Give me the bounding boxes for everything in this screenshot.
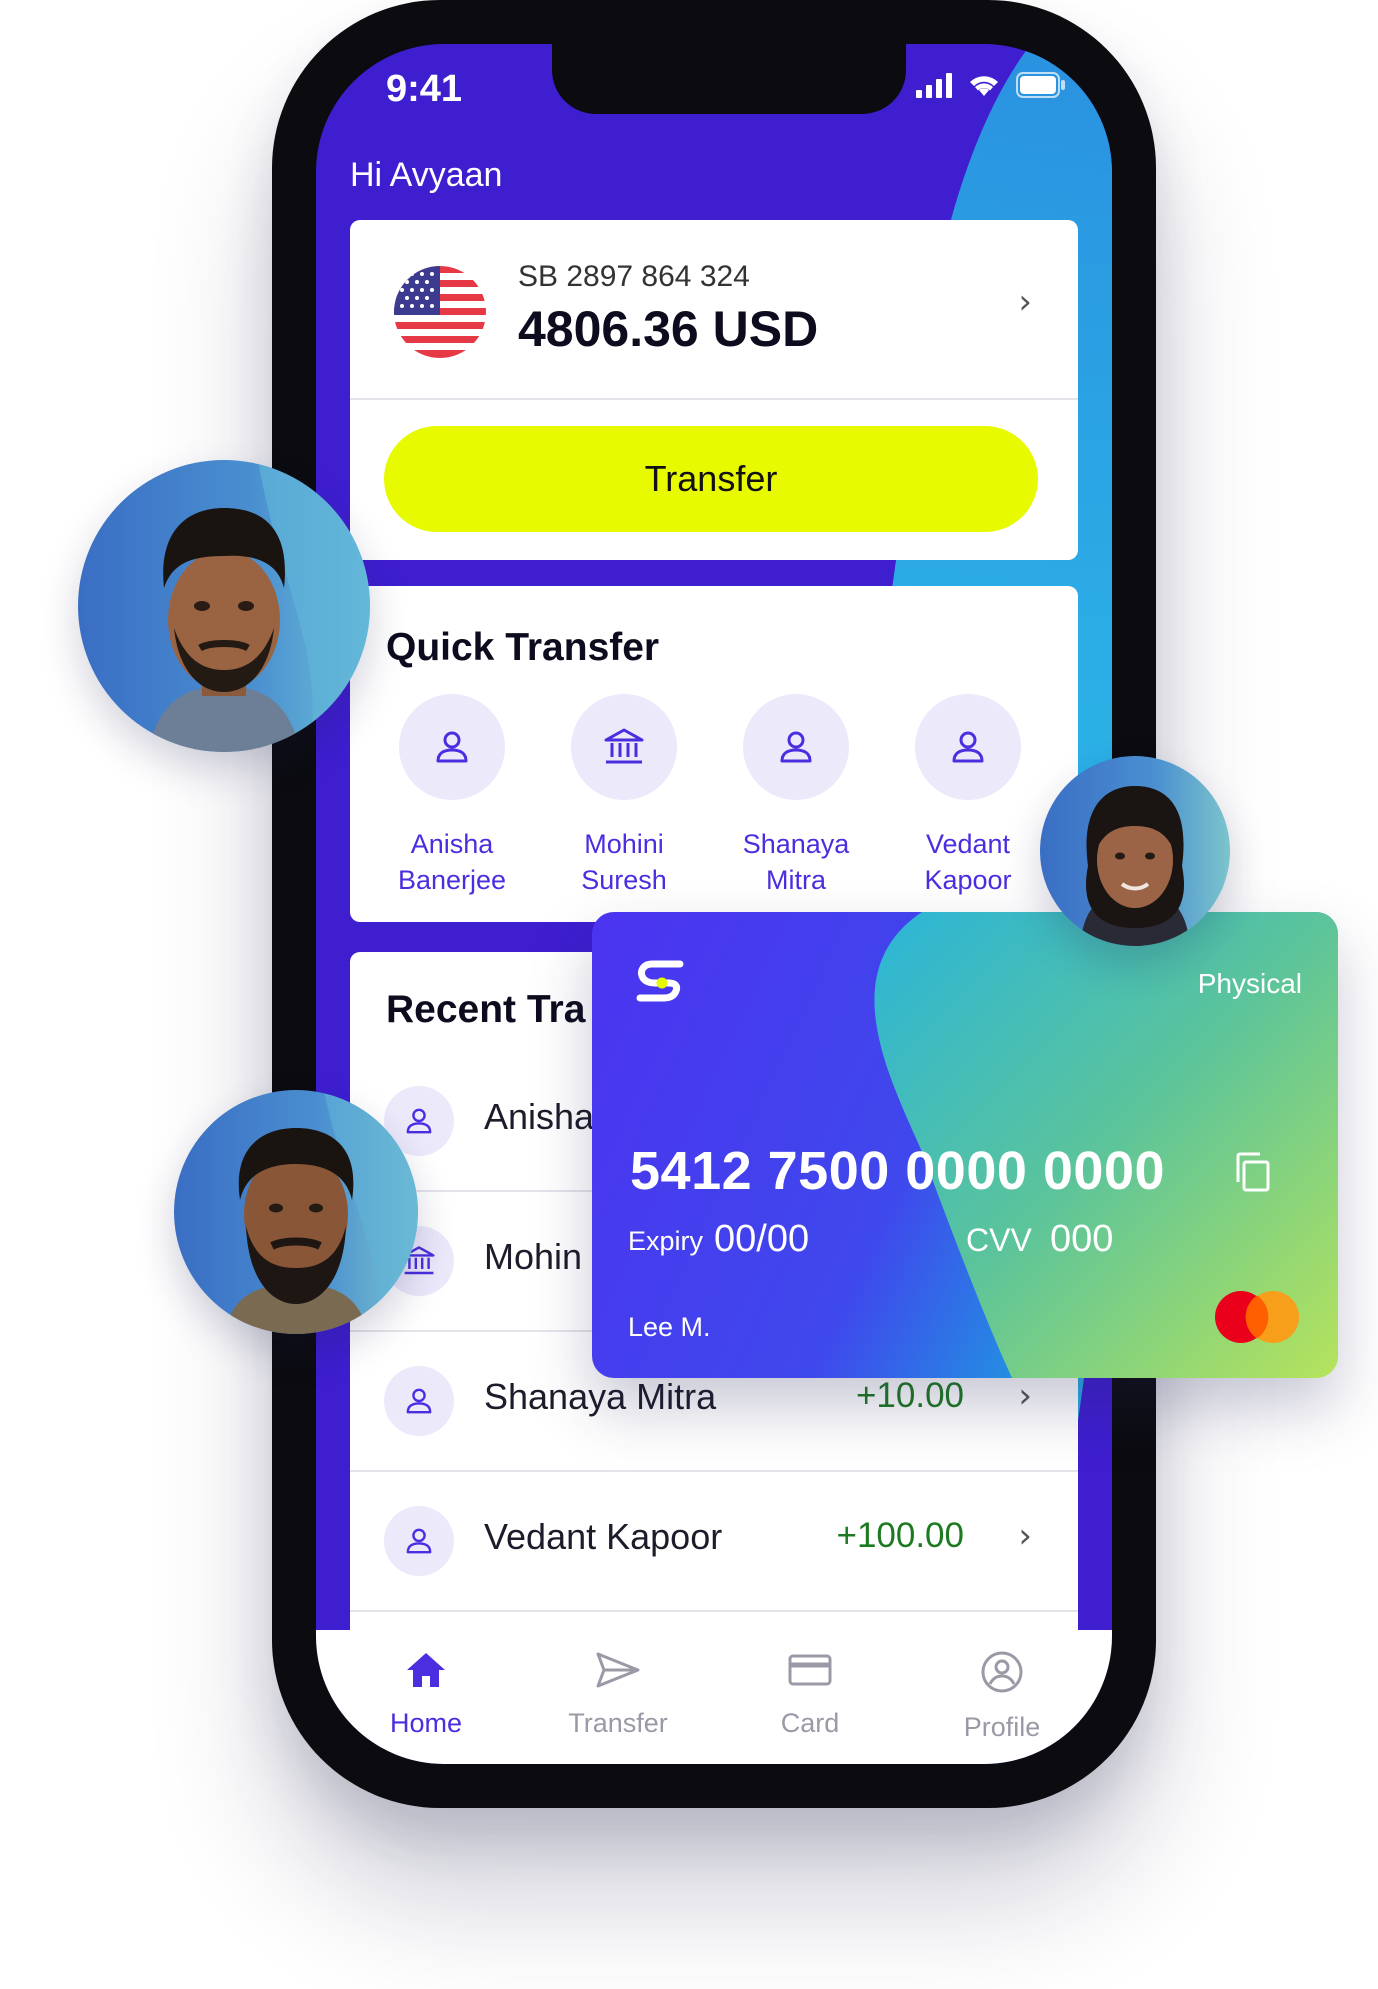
contact-last-name: Banerjee xyxy=(397,865,507,895)
user-icon xyxy=(915,694,1021,800)
quick-contact[interactable]: Mohini Suresh xyxy=(538,694,710,898)
quick-contact[interactable]: Vedant Kapoor xyxy=(882,694,1054,898)
contact-name: Shanaya Mitra xyxy=(721,826,871,898)
user-avatar xyxy=(1040,756,1230,946)
chevron-right-icon: › xyxy=(1018,1516,1032,1556)
contact-last-name: Mitra xyxy=(766,865,826,895)
balance-card: SB 2897 864 324 4806.36 USD › Transfer xyxy=(350,220,1078,560)
cvv-label: CVV xyxy=(966,1222,1032,1258)
status-time: 9:41 xyxy=(386,68,463,110)
transaction-name: Vedant Kapoor xyxy=(484,1516,723,1557)
user-icon xyxy=(384,1366,454,1436)
user-icon xyxy=(743,694,849,800)
contact-first-name: Mohini xyxy=(584,829,664,859)
quick-transfer-card: Quick Transfer Anisha Banerjee Mohini Sure… xyxy=(350,586,1078,922)
user-avatar xyxy=(174,1090,418,1334)
nav-label: Home xyxy=(389,1708,463,1738)
transaction-name: Shanaya Mitra xyxy=(484,1376,717,1417)
contact-name: Anisha Banerjee xyxy=(377,826,527,898)
wifi-icon xyxy=(966,72,1002,98)
us-flag-icon xyxy=(394,266,486,358)
contact-first-name: Vedant xyxy=(925,829,1011,859)
quick-contact[interactable]: Shanaya Mitra xyxy=(710,694,882,898)
mastercard-icon xyxy=(1212,1288,1302,1350)
nav-label: Transfer xyxy=(568,1708,668,1738)
balance-amount: 4806.36 USD xyxy=(518,301,819,357)
card-number: 5412 7500 0000 0000 xyxy=(630,1141,1166,1201)
bank-icon xyxy=(571,694,677,800)
nav-home[interactable]: Home xyxy=(336,1630,516,1764)
account-number: SB 2897 864 324 xyxy=(518,260,750,293)
contact-name: Vedant Kapoor xyxy=(893,826,1043,898)
nav-label: Card xyxy=(780,1708,840,1738)
send-icon xyxy=(594,1650,642,1694)
contact-name: Mohini Suresh xyxy=(549,826,699,898)
transaction-amount: +100.00 xyxy=(836,1516,965,1555)
transaction-name: Anisha xyxy=(484,1096,595,1137)
quick-transfer-contacts: Anisha Banerjee Mohini Suresh Shanaya Mitra xyxy=(366,694,1054,898)
transaction-row[interactable]: Vedant Kapoor +100.00 › xyxy=(350,1472,1078,1612)
transaction-amount: +10.00 xyxy=(855,1376,964,1415)
nav-profile[interactable]: Profile xyxy=(912,1630,1092,1764)
signal-icon xyxy=(916,72,952,98)
cvv-value: 000 xyxy=(1050,1218,1114,1260)
profile-icon xyxy=(980,1650,1024,1698)
contact-first-name: Anisha xyxy=(410,829,494,859)
contact-last-name: Suresh xyxy=(581,865,667,895)
chevron-right-icon[interactable]: › xyxy=(1018,282,1032,322)
greeting: Hi Avyaan xyxy=(350,156,503,194)
contact-first-name: Shanaya xyxy=(742,829,850,859)
nav-transfer[interactable]: Transfer xyxy=(528,1630,708,1764)
user-avatar xyxy=(78,460,370,752)
quick-contact[interactable]: Anisha Banerjee xyxy=(366,694,538,898)
account-summary[interactable]: SB 2897 864 324 4806.36 USD › xyxy=(350,220,1078,400)
phone-frame: 9:41 Hi Avyaan SB 2897 864 324 4806.36 U… xyxy=(272,0,1156,1808)
user-icon xyxy=(384,1506,454,1576)
battery-icon xyxy=(1016,72,1066,98)
quick-transfer-title: Quick Transfer xyxy=(386,626,660,669)
copy-icon[interactable] xyxy=(1232,1150,1272,1198)
status-icons xyxy=(916,72,1066,98)
recent-transactions-title: Recent Tra xyxy=(386,988,586,1031)
expiry-label: Expiry xyxy=(628,1226,704,1256)
payment-card[interactable]: Physical 5412 7500 0000 0000 Expiry 00/0… xyxy=(592,912,1338,1378)
bottom-navigation: Home Transfer Card Profile xyxy=(316,1630,1112,1764)
contact-last-name: Kapoor xyxy=(924,865,1012,895)
transfer-button[interactable]: Transfer xyxy=(384,426,1038,532)
chevron-right-icon: › xyxy=(1018,1376,1032,1416)
card-holder-name: Lee M. xyxy=(628,1312,711,1342)
app-screen: 9:41 Hi Avyaan SB 2897 864 324 4806.36 U… xyxy=(316,44,1112,1764)
expiry-value: 00/00 xyxy=(714,1218,810,1260)
nav-card[interactable]: Card xyxy=(720,1630,900,1764)
user-icon xyxy=(399,694,505,800)
brand-logo-icon xyxy=(636,958,688,1012)
card-icon xyxy=(787,1650,833,1694)
home-icon xyxy=(404,1650,448,1694)
nav-label: Profile xyxy=(963,1712,1041,1742)
transaction-name: Mohin xyxy=(484,1236,583,1277)
card-type: Physical xyxy=(1197,968,1302,999)
notch xyxy=(552,44,906,114)
